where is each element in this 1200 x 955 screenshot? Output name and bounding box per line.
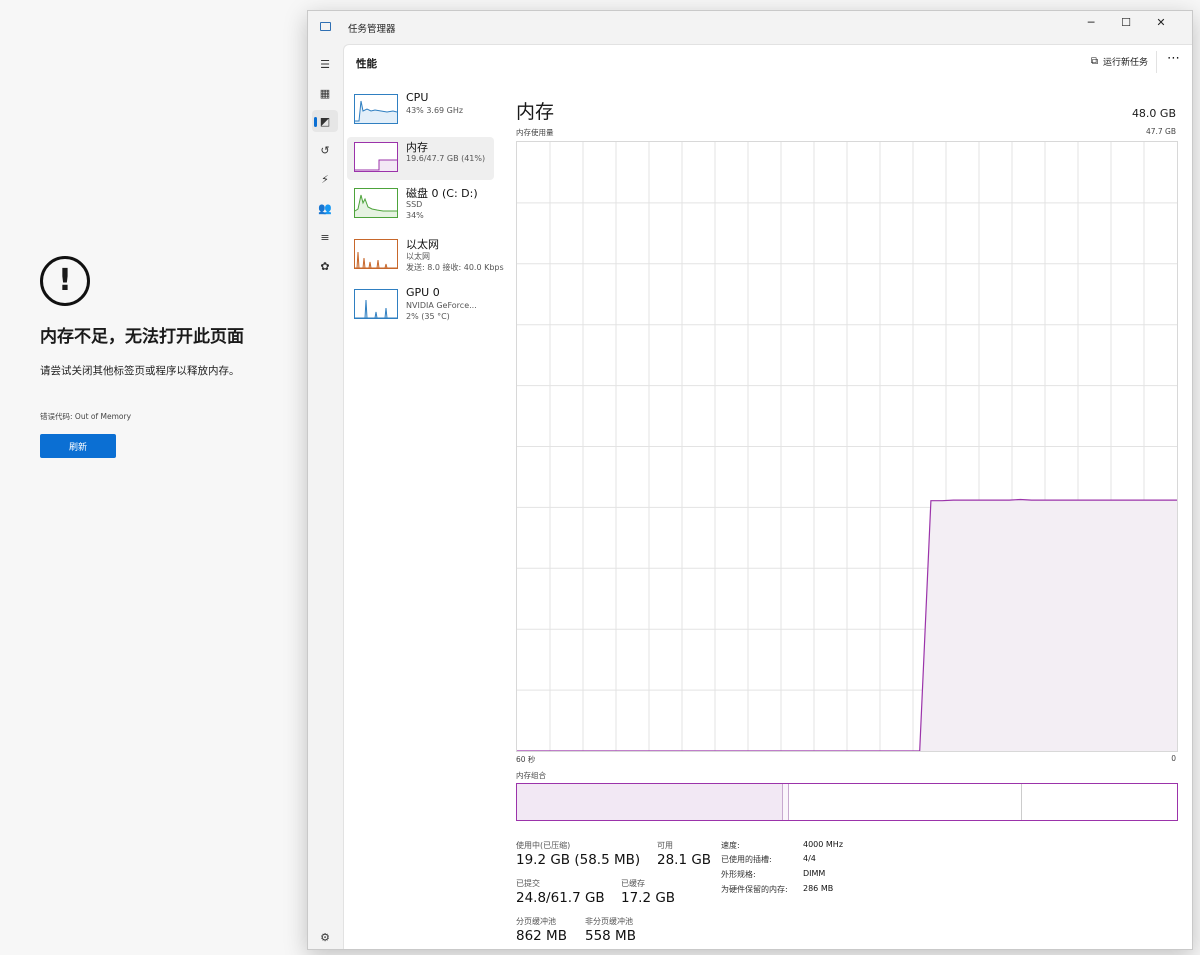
cpu-sparkline xyxy=(355,100,397,123)
task-manager-window: 任务管理器 ─ ☐ ✕ ☰ ▦ ◩ ↺ ⚡ 👥 ≡ ✿ ⚙ 性能 ⧉ 运行新任务… xyxy=(307,10,1193,950)
speed-label: 速度: xyxy=(721,841,740,850)
services-icon[interactable]: ✿ xyxy=(312,255,338,277)
task-manager-app-icon xyxy=(320,22,331,31)
device-detail: 以太网 xyxy=(406,252,430,261)
device-detail-2: 发送: 8.0 接收: 40.0 Kbps xyxy=(406,263,504,272)
time-axis-left: 60 秒 xyxy=(516,755,536,764)
available-label: 可用 xyxy=(657,841,673,850)
device-item-memory[interactable]: 内存 19.6/47.7 GB (41%) xyxy=(347,137,494,180)
device-detail: 19.6/47.7 GB (41%) xyxy=(406,154,486,163)
composition-modified xyxy=(783,784,789,820)
hardware-reserved-value: 286 MB xyxy=(803,884,834,893)
form-factor-label: 外形规格: xyxy=(721,870,756,879)
hamburger-menu-icon[interactable]: ☰ xyxy=(312,53,338,75)
cached-label: 已缓存 xyxy=(621,879,645,888)
committed-label: 已提交 xyxy=(516,879,540,888)
device-name: 以太网 xyxy=(406,238,439,251)
page-title: 性能 xyxy=(356,58,377,70)
nonpaged-pool-label: 非分页缓冲池 xyxy=(585,917,633,926)
memory-usage-label: 内存使用量 xyxy=(516,128,554,137)
in-use-value: 19.2 GB (58.5 MB) xyxy=(516,852,641,868)
speed-value: 4000 MHz xyxy=(803,840,844,849)
more-options-button[interactable]: ⋯ xyxy=(1167,51,1180,66)
cpu-thumbnail xyxy=(354,94,398,124)
form-factor-value: DIMM xyxy=(803,869,826,878)
in-use-label: 使用中(已压缩) xyxy=(516,841,571,850)
ethernet-thumbnail xyxy=(354,239,398,269)
memory-composition-bar xyxy=(516,783,1178,821)
startup-apps-icon[interactable]: ⚡ xyxy=(312,168,338,190)
paged-pool-value: 862 MB xyxy=(516,928,567,944)
device-detail: SSD xyxy=(406,200,423,209)
run-task-icon: ⧉ xyxy=(1090,56,1098,67)
paged-pool-label: 分页缓冲池 xyxy=(516,917,556,926)
page-header: 性能 ⧉ 运行新任务 ⋯ xyxy=(343,44,1192,79)
device-detail: NVIDIA GeForce... xyxy=(406,301,477,310)
error-title: 内存不足，无法打开此页面 xyxy=(40,327,244,347)
gpu-sparkline xyxy=(355,299,397,318)
device-name: 内存 xyxy=(406,141,428,154)
processes-icon[interactable]: ▦ xyxy=(312,82,338,104)
maximize-button[interactable]: ☐ xyxy=(1109,11,1143,33)
close-button[interactable]: ✕ xyxy=(1144,11,1178,33)
ethernet-sparkline xyxy=(355,251,397,268)
refresh-button[interactable]: 刷新 xyxy=(40,434,116,458)
committed-value: 24.8/61.7 GB xyxy=(516,890,605,906)
device-detail-2: 2% (35 °C) xyxy=(406,312,450,321)
device-detail-2: 34% xyxy=(406,211,424,220)
device-item-disk[interactable]: 磁盘 0 (C: D:) SSD 34% xyxy=(347,183,494,226)
available-value: 28.1 GB xyxy=(657,852,712,868)
header-divider xyxy=(1156,51,1157,73)
run-new-task-label: 运行新任务 xyxy=(1102,58,1148,68)
run-new-task-button[interactable]: ⧉ 运行新任务 xyxy=(1091,55,1148,68)
device-name: CPU xyxy=(406,91,429,104)
gpu-thumbnail xyxy=(354,289,398,319)
disk-sparkline xyxy=(355,194,397,217)
device-name: 磁盘 0 (C: D:) xyxy=(406,187,478,200)
title-bar[interactable]: 任务管理器 ─ ☐ ✕ xyxy=(308,11,1192,43)
memory-composition-label: 内存组合 xyxy=(516,771,546,780)
navigation-rail: ☰ ▦ ◩ ↺ ⚡ 👥 ≡ ✿ ⚙ xyxy=(308,43,342,949)
users-icon[interactable]: 👥 xyxy=(312,197,338,219)
details-icon[interactable]: ≡ xyxy=(312,226,338,248)
composition-standby-divider xyxy=(1021,784,1022,820)
performance-glyph: ◩ xyxy=(319,114,331,128)
hardware-reserved-label: 为硬件保留的内存: xyxy=(721,885,788,894)
device-detail: 43% 3.69 GHz xyxy=(406,106,464,115)
performance-icon[interactable]: ◩ xyxy=(312,110,338,132)
device-item-ethernet[interactable]: 以太网 以太网 发送: 8.0 接收: 40.0 Kbps xyxy=(347,234,504,277)
error-page: ! 内存不足，无法打开此页面 请尝试关闭其他标签页或程序以释放内存。 错误代码:… xyxy=(40,256,300,458)
exclamation-circle-icon: ! xyxy=(40,256,90,306)
app-history-icon[interactable]: ↺ xyxy=(312,139,338,161)
performance-content: CPU 43% 3.69 GHz 内存 19.6/47.7 GB (41%) 磁… xyxy=(343,79,1192,949)
memory-capacity: 48.0 GB xyxy=(1131,107,1176,120)
time-axis-right: 0 xyxy=(1171,754,1176,763)
settings-icon[interactable]: ⚙ xyxy=(312,926,338,948)
error-code: 错误代码: Out of Memory xyxy=(40,412,132,421)
slots-used-label: 已使用的插槽: xyxy=(721,855,772,864)
device-item-cpu[interactable]: CPU 43% 3.69 GHz xyxy=(347,89,494,132)
minimize-button[interactable]: ─ xyxy=(1074,11,1108,33)
error-description: 请尝试关闭其他标签页或程序以释放内存。 xyxy=(40,365,240,377)
nonpaged-pool-value: 558 MB xyxy=(585,928,636,944)
memory-usage-chart xyxy=(517,142,1177,752)
memory-thumbnail xyxy=(354,142,398,172)
memory-title: 内存 xyxy=(516,101,555,123)
composition-in-use xyxy=(517,784,783,820)
device-name: GPU 0 xyxy=(406,286,440,299)
disk-thumbnail xyxy=(354,188,398,218)
cached-value: 17.2 GB xyxy=(621,890,676,906)
window-title: 任务管理器 xyxy=(348,24,396,35)
memory-usage-graph xyxy=(516,141,1178,752)
memory-max-label: 47.7 GB xyxy=(1145,127,1176,136)
memory-sparkline xyxy=(355,159,397,171)
slots-used-value: 4/4 xyxy=(803,854,816,863)
device-item-gpu[interactable]: GPU 0 NVIDIA GeForce... 2% (35 °C) xyxy=(347,284,494,327)
active-indicator xyxy=(314,117,317,127)
